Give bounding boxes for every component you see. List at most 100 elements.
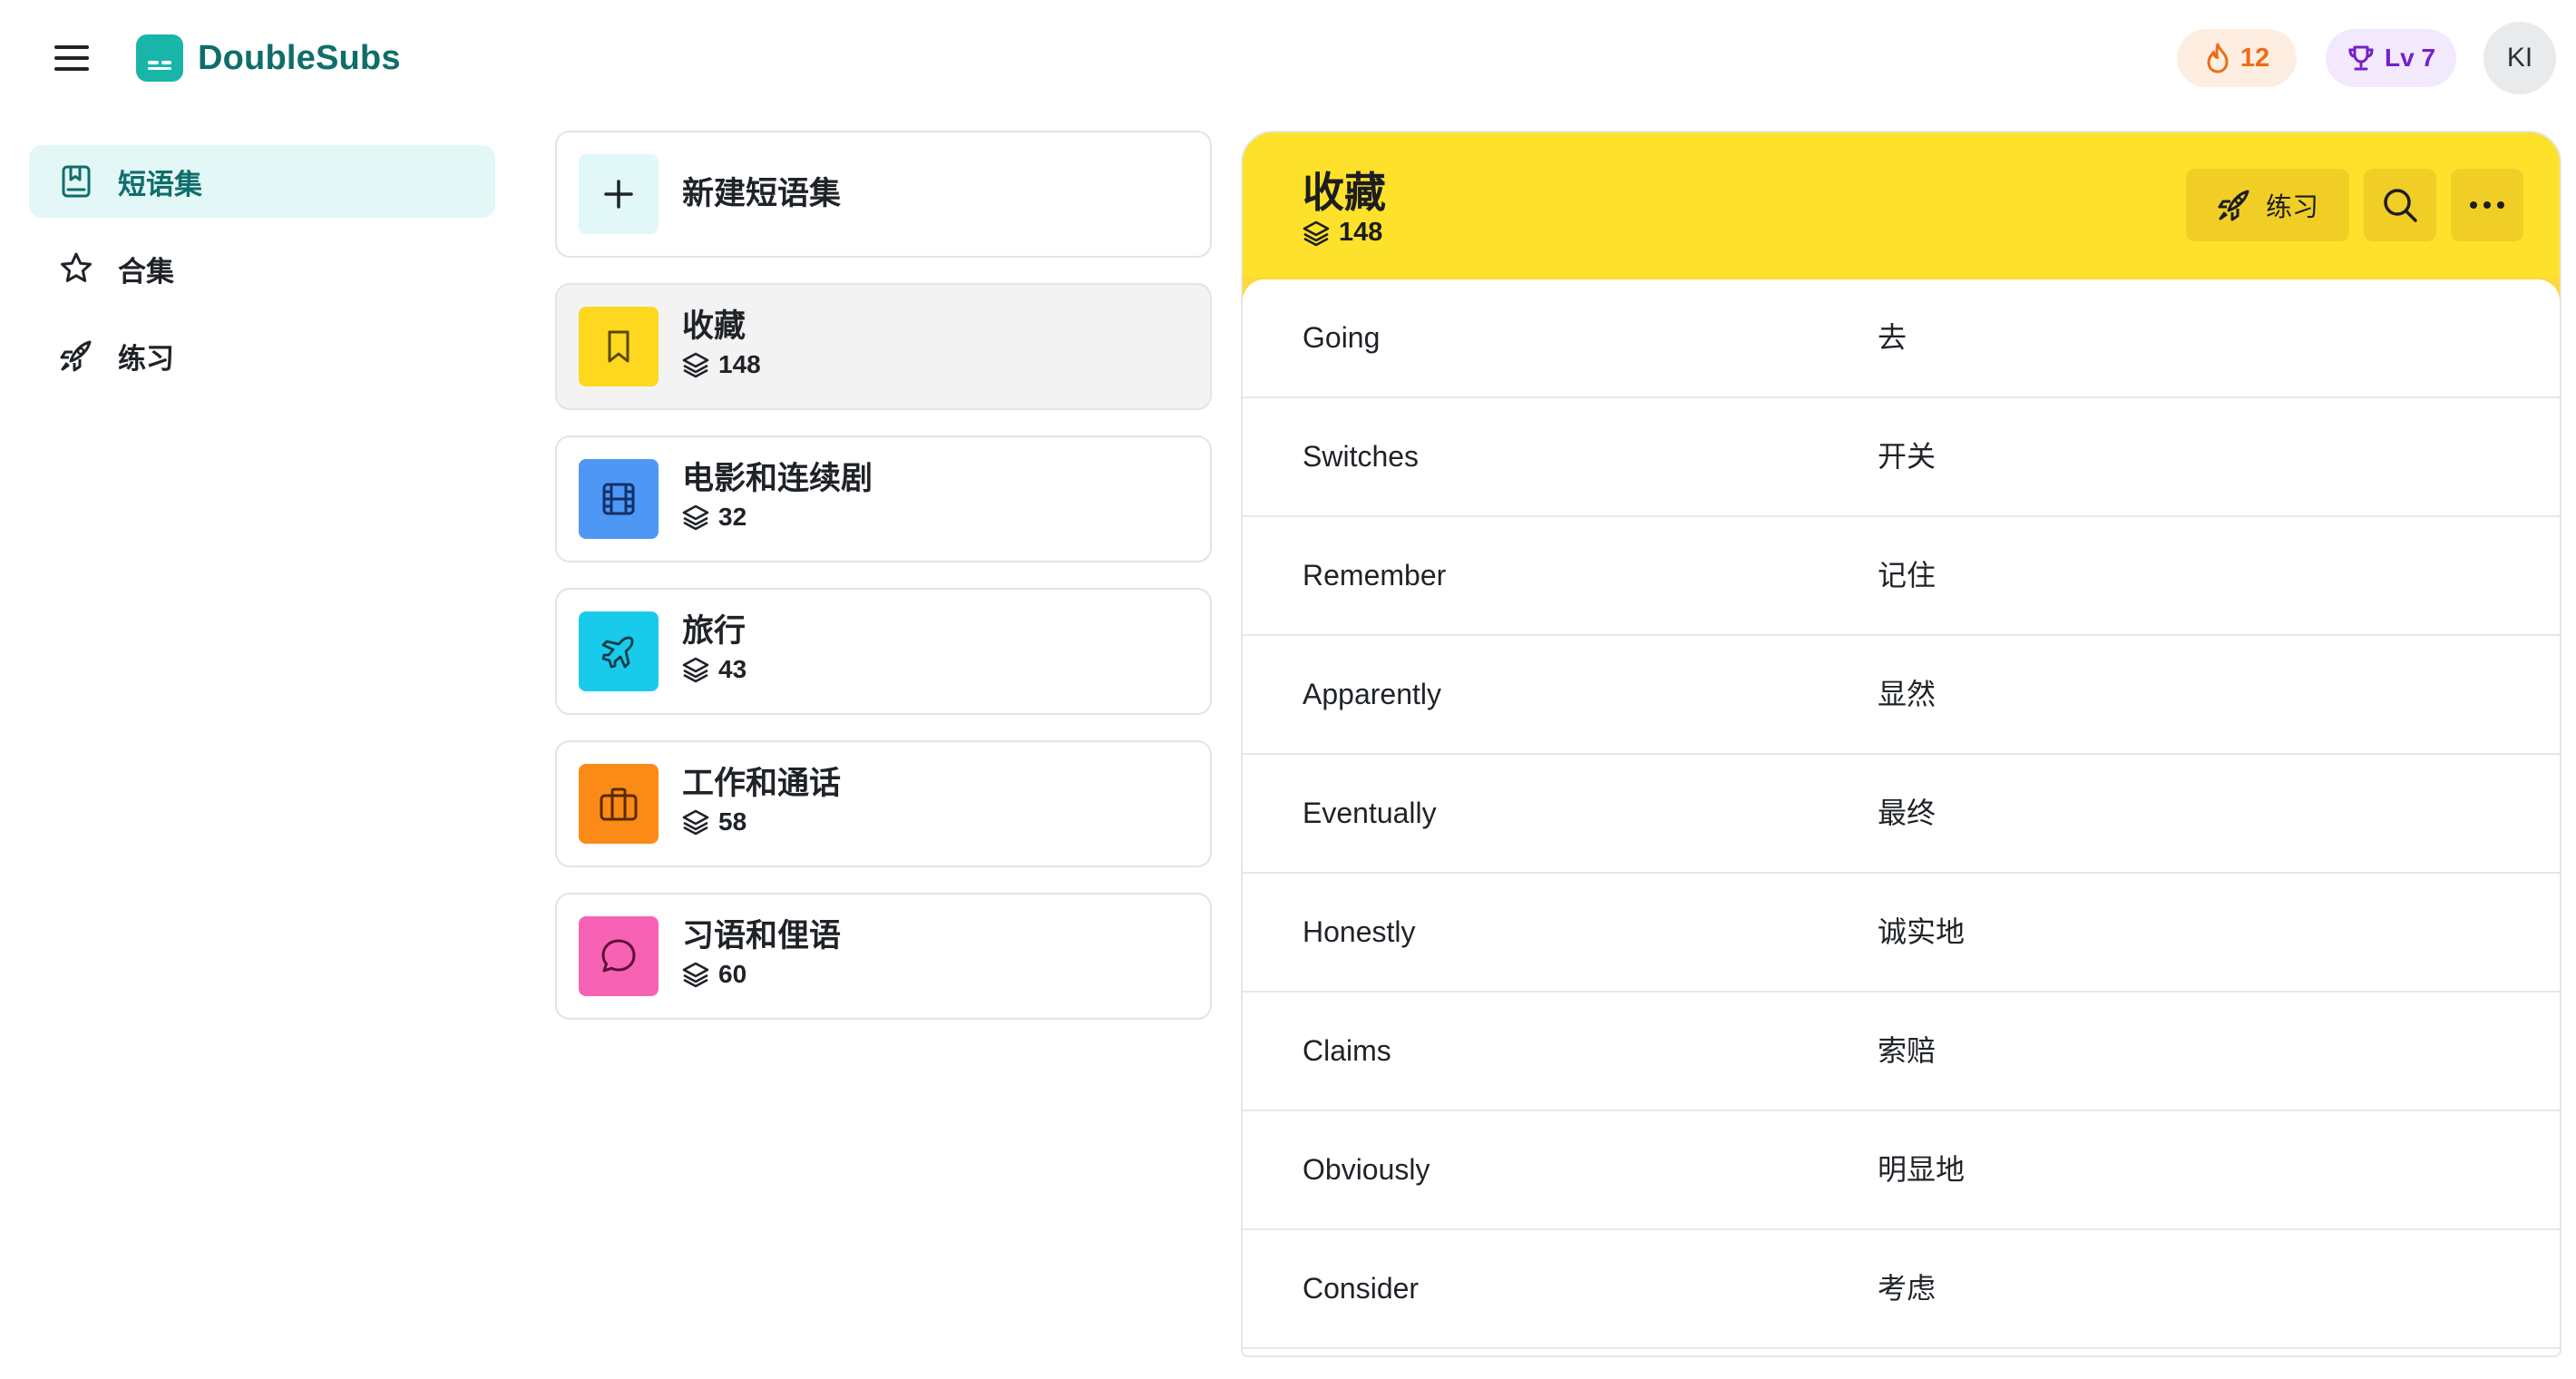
app-logo[interactable]: DoubleSubs [136, 34, 401, 82]
card-body: 电影和连续剧 32 [682, 459, 873, 532]
phrase-translation-text: 明显地 [1878, 1153, 1966, 1186]
phrase-source-text: Claims [1303, 1034, 1391, 1067]
phrase-translation-text: 诚实地 [1878, 915, 1966, 948]
count-value: 32 [718, 503, 747, 531]
phrase-translation-text: 索赔 [1878, 1034, 1937, 1067]
search-icon [2384, 189, 2417, 222]
phrase-row[interactable]: Eventually 最终 [1243, 755, 2560, 874]
app-header: DoubleSubs 12 Lv 7 KI [0, 0, 2576, 116]
phrasebook-list: 新建短语集 收藏 148 电影和连续剧 32 旅行 43 工作和通话 58 习语… [555, 131, 1212, 1045]
more-horizontal-icon [2470, 201, 2504, 209]
layers-icon [682, 809, 709, 836]
layers-icon [682, 352, 709, 378]
phrasebook-count: 148 [682, 350, 761, 379]
level-label: Lv 7 [2384, 44, 2436, 72]
trophy-icon [2348, 45, 2374, 71]
count-value: 148 [1339, 218, 1383, 247]
layers-icon [682, 962, 709, 988]
rocket-icon [2218, 190, 2249, 221]
phrase-translation-text: 记住 [1878, 559, 1937, 592]
phrase-source-text: Eventually [1303, 797, 1437, 829]
phrase-row[interactable]: Going 去 [1243, 279, 2560, 398]
streak-badge[interactable]: 12 [2177, 29, 2297, 87]
phrasebook-card-favorites[interactable]: 收藏 148 [555, 283, 1212, 410]
star-icon [58, 250, 94, 287]
detail-title: 收藏 [1303, 169, 1386, 216]
card-body: 新建短语集 [682, 154, 841, 234]
phrase-source-text: Apparently [1303, 678, 1441, 710]
phrase-row[interactable]: Claims 索赔 [1243, 993, 2560, 1111]
new-phrasebook-button[interactable]: 新建短语集 [555, 131, 1212, 258]
layers-icon [1303, 220, 1330, 246]
phrasebook-count: 32 [682, 503, 873, 532]
sidebar-item-practice[interactable]: 练习 [29, 319, 495, 392]
detail-count: 148 [1303, 218, 1382, 248]
phrase-row[interactable]: Switches 开关 [1243, 398, 2560, 517]
phrase-source-text: Going [1303, 321, 1381, 354]
phrasebook-title: 收藏 [682, 308, 746, 344]
rocket-icon [58, 337, 94, 374]
card-body: 习语和俚语 60 [682, 916, 841, 989]
phrasebook-count: 58 [682, 807, 841, 836]
sidebar-item-phrasebooks[interactable]: 短语集 [29, 145, 495, 218]
count-value: 43 [718, 655, 747, 683]
plus-icon [579, 154, 659, 234]
app-name: DoubleSubs [198, 38, 401, 77]
phrase-source-text: Switches [1303, 440, 1420, 473]
phrasebook-title: 习语和俚语 [682, 918, 842, 954]
phrasebook-count: 43 [682, 655, 746, 684]
sidebar: 短语集 合集 练习 [29, 145, 495, 406]
card-body: 收藏 148 [682, 307, 761, 379]
count-value: 148 [718, 350, 761, 378]
phrase-list: Going 去 Switches 开关 Remember 记住 Apparently 显然 Ev… [1243, 279, 2560, 1355]
chat-bubble-icon [579, 916, 659, 996]
sidebar-item-label: 练习 [118, 342, 174, 375]
phrasebook-title: 工作和通话 [682, 766, 842, 801]
phrase-row[interactable]: Obviously 明显地 [1243, 1111, 2560, 1230]
phrase-translation-text: 显然 [1878, 678, 1937, 710]
airplane-icon [579, 611, 659, 691]
sidebar-item-label: 合集 [118, 255, 174, 288]
flame-icon [2207, 43, 2229, 73]
sidebar-item-label: 短语集 [118, 168, 202, 200]
subtitles-logo-icon [136, 34, 183, 82]
card-body: 工作和通话 58 [682, 764, 841, 836]
phrasebook-detail-panel: 收藏 148 练习 Going 去 Switches 开关 Remember 记… [1241, 131, 2561, 1357]
phrasebook-title: 电影和连续剧 [682, 461, 873, 496]
count-value: 58 [718, 807, 747, 836]
phrasebook-card-travel[interactable]: 旅行 43 [555, 588, 1212, 715]
menu-icon [54, 45, 89, 71]
phrasebook-card-work[interactable]: 工作和通话 58 [555, 740, 1212, 867]
briefcase-icon [579, 764, 659, 844]
phrase-source-text: Honestly [1303, 915, 1416, 948]
layers-icon [682, 657, 709, 683]
phrasebook-card-idioms[interactable]: 习语和俚语 60 [555, 893, 1212, 1020]
phrase-row[interactable]: Remember 记住 [1243, 517, 2560, 636]
bookmark-icon [579, 307, 659, 386]
search-button[interactable] [2364, 169, 2436, 241]
phrasebook-card-movies[interactable]: 电影和连续剧 32 [555, 435, 1212, 562]
card-body: 旅行 43 [682, 611, 746, 684]
phrase-row[interactable]: Honestly 诚实地 [1243, 874, 2560, 993]
layers-icon [682, 504, 709, 531]
detail-header: 收藏 148 练习 [1243, 132, 2560, 278]
phrase-translation-text: 去 [1878, 321, 1908, 354]
phrasebook-title: 旅行 [682, 613, 746, 649]
film-icon [579, 459, 659, 539]
sidebar-item-collections[interactable]: 合集 [29, 232, 495, 305]
hamburger-menu-button[interactable] [47, 36, 96, 80]
more-options-button[interactable] [2451, 169, 2523, 241]
streak-count: 12 [2239, 43, 2270, 73]
phrasebook-count: 60 [682, 960, 841, 989]
phrase-source-text: Obviously [1303, 1153, 1430, 1186]
phrase-row[interactable]: Consider 考虑 [1243, 1230, 2560, 1349]
count-value: 60 [718, 960, 747, 988]
phrase-source-text: Remember [1303, 559, 1447, 592]
bookmark-book-icon [58, 163, 94, 200]
level-badge[interactable]: Lv 7 [2326, 29, 2456, 87]
user-avatar[interactable]: KI [2483, 22, 2556, 94]
phrase-row[interactable]: Apparently 显然 [1243, 636, 2560, 755]
phrase-translation-text: 考虑 [1878, 1272, 1937, 1305]
practice-button[interactable]: 练习 [2186, 169, 2349, 241]
practice-label: 练习 [2265, 193, 2318, 222]
